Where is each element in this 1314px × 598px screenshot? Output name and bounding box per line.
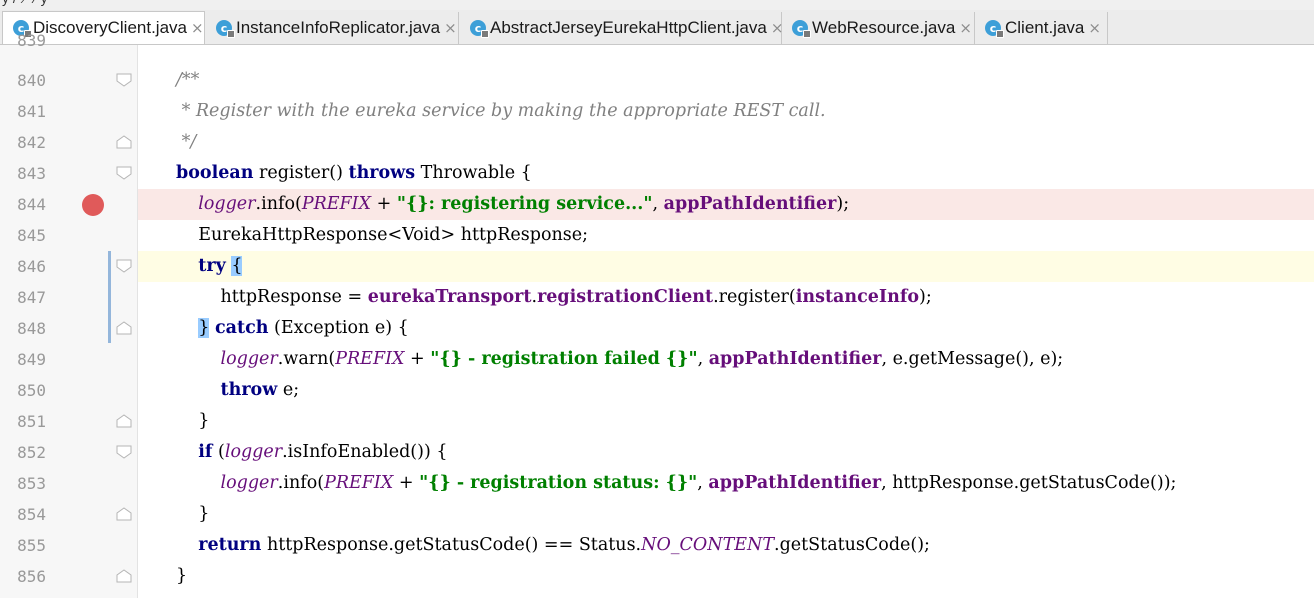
code-text: httpResponse = eurekaTransport.registrat… (176, 287, 932, 307)
fold-marker-icon[interactable] (116, 507, 132, 521)
code-text: } catch (Exception e) { (198, 318, 409, 338)
line-number: 856 (17, 567, 46, 586)
code-text: try { (198, 256, 243, 276)
line-number: 849 (17, 350, 46, 369)
code-line: 854 } (0, 499, 1314, 530)
fold-marker-icon[interactable] (116, 321, 132, 335)
line-number: 848 (17, 319, 46, 338)
fold-marker-icon[interactable] (116, 259, 132, 273)
code-line: 846 try { (0, 251, 1314, 282)
code-line: 856 } (0, 561, 1314, 592)
matched-brace: } (198, 318, 210, 338)
matched-brace: { (231, 256, 243, 276)
line-number: 839 (17, 31, 46, 50)
fold-marker-icon[interactable] (116, 414, 132, 428)
line-number: 844 (17, 195, 46, 214)
line-number: 843 (17, 164, 46, 183)
line-number: 845 (17, 226, 46, 245)
line-number: 855 (17, 536, 46, 555)
code-line: 848 } catch (Exception e) { (0, 313, 1314, 344)
code-line: 852 if (logger.isInfoEnabled()) { (0, 437, 1314, 468)
code-line: 839 (0, 25, 1314, 56)
line-number: 853 (17, 474, 46, 493)
line-number: 851 (17, 412, 46, 431)
top-toolbar-fragment: y / ⟋ ∕ y (0, 0, 1314, 10)
code-line: 844 logger.info(PREFIX + "{}: registerin… (0, 189, 1314, 220)
line-number: 847 (17, 288, 46, 307)
code-line: 851 } (0, 406, 1314, 437)
fold-marker-icon[interactable] (116, 135, 132, 149)
code-text: if (logger.isInfoEnabled()) { (198, 442, 448, 462)
code-text: EurekaHttpResponse<Void> httpResponse; (176, 225, 588, 245)
code-line: 843 boolean register() throws Throwable … (0, 158, 1314, 189)
line-number: 850 (17, 381, 46, 400)
code-text: */ (176, 132, 197, 152)
code-line: 840 /** (0, 65, 1314, 96)
line-number: 846 (17, 257, 46, 276)
fold-marker-icon[interactable] (116, 166, 132, 180)
code-text: } (176, 566, 188, 586)
line-number: 841 (17, 102, 46, 121)
code-line: 847 httpResponse = eurekaTransport.regis… (0, 282, 1314, 313)
fold-marker-icon[interactable] (116, 569, 132, 583)
code-line: 849 logger.warn(PREFIX + "{} - registrat… (0, 344, 1314, 375)
code-text: * Register with the eureka service by ma… (176, 101, 826, 121)
code-text: } (176, 504, 210, 524)
line-number: 852 (17, 443, 46, 462)
code-text: logger.warn(PREFIX + "{} - registration … (220, 349, 1064, 369)
line-number: 854 (17, 505, 46, 524)
code-line: 850 throw e; (0, 375, 1314, 406)
line-number: 840 (17, 71, 46, 90)
code-text: throw e; (220, 380, 300, 400)
code-text: logger.info(PREFIX + "{}: registering se… (198, 194, 850, 214)
code-text: return httpResponse.getStatusCode() == S… (198, 535, 930, 555)
code-editor[interactable]: 839 840 /** 841 * Register with the eure… (0, 31, 1314, 598)
code-text: /** (176, 70, 200, 90)
code-line: 842 */ (0, 127, 1314, 158)
breakpoint-icon[interactable] (82, 194, 104, 216)
code-text: logger.info(PREFIX + "{} - registration … (220, 473, 1177, 493)
code-text: } (176, 411, 210, 431)
code-line: 845 EurekaHttpResponse<Void> httpRespons… (0, 220, 1314, 251)
code-line: 841 * Register with the eureka service b… (0, 96, 1314, 127)
code-text: boolean register() throws Throwable { (176, 163, 532, 183)
fold-marker-icon[interactable] (116, 73, 132, 87)
fold-marker-icon[interactable] (116, 445, 132, 459)
code-line: 853 logger.info(PREFIX + "{} - registrat… (0, 468, 1314, 499)
code-line: 855 return httpResponse.getStatusCode() … (0, 530, 1314, 561)
line-number: 842 (17, 133, 46, 152)
